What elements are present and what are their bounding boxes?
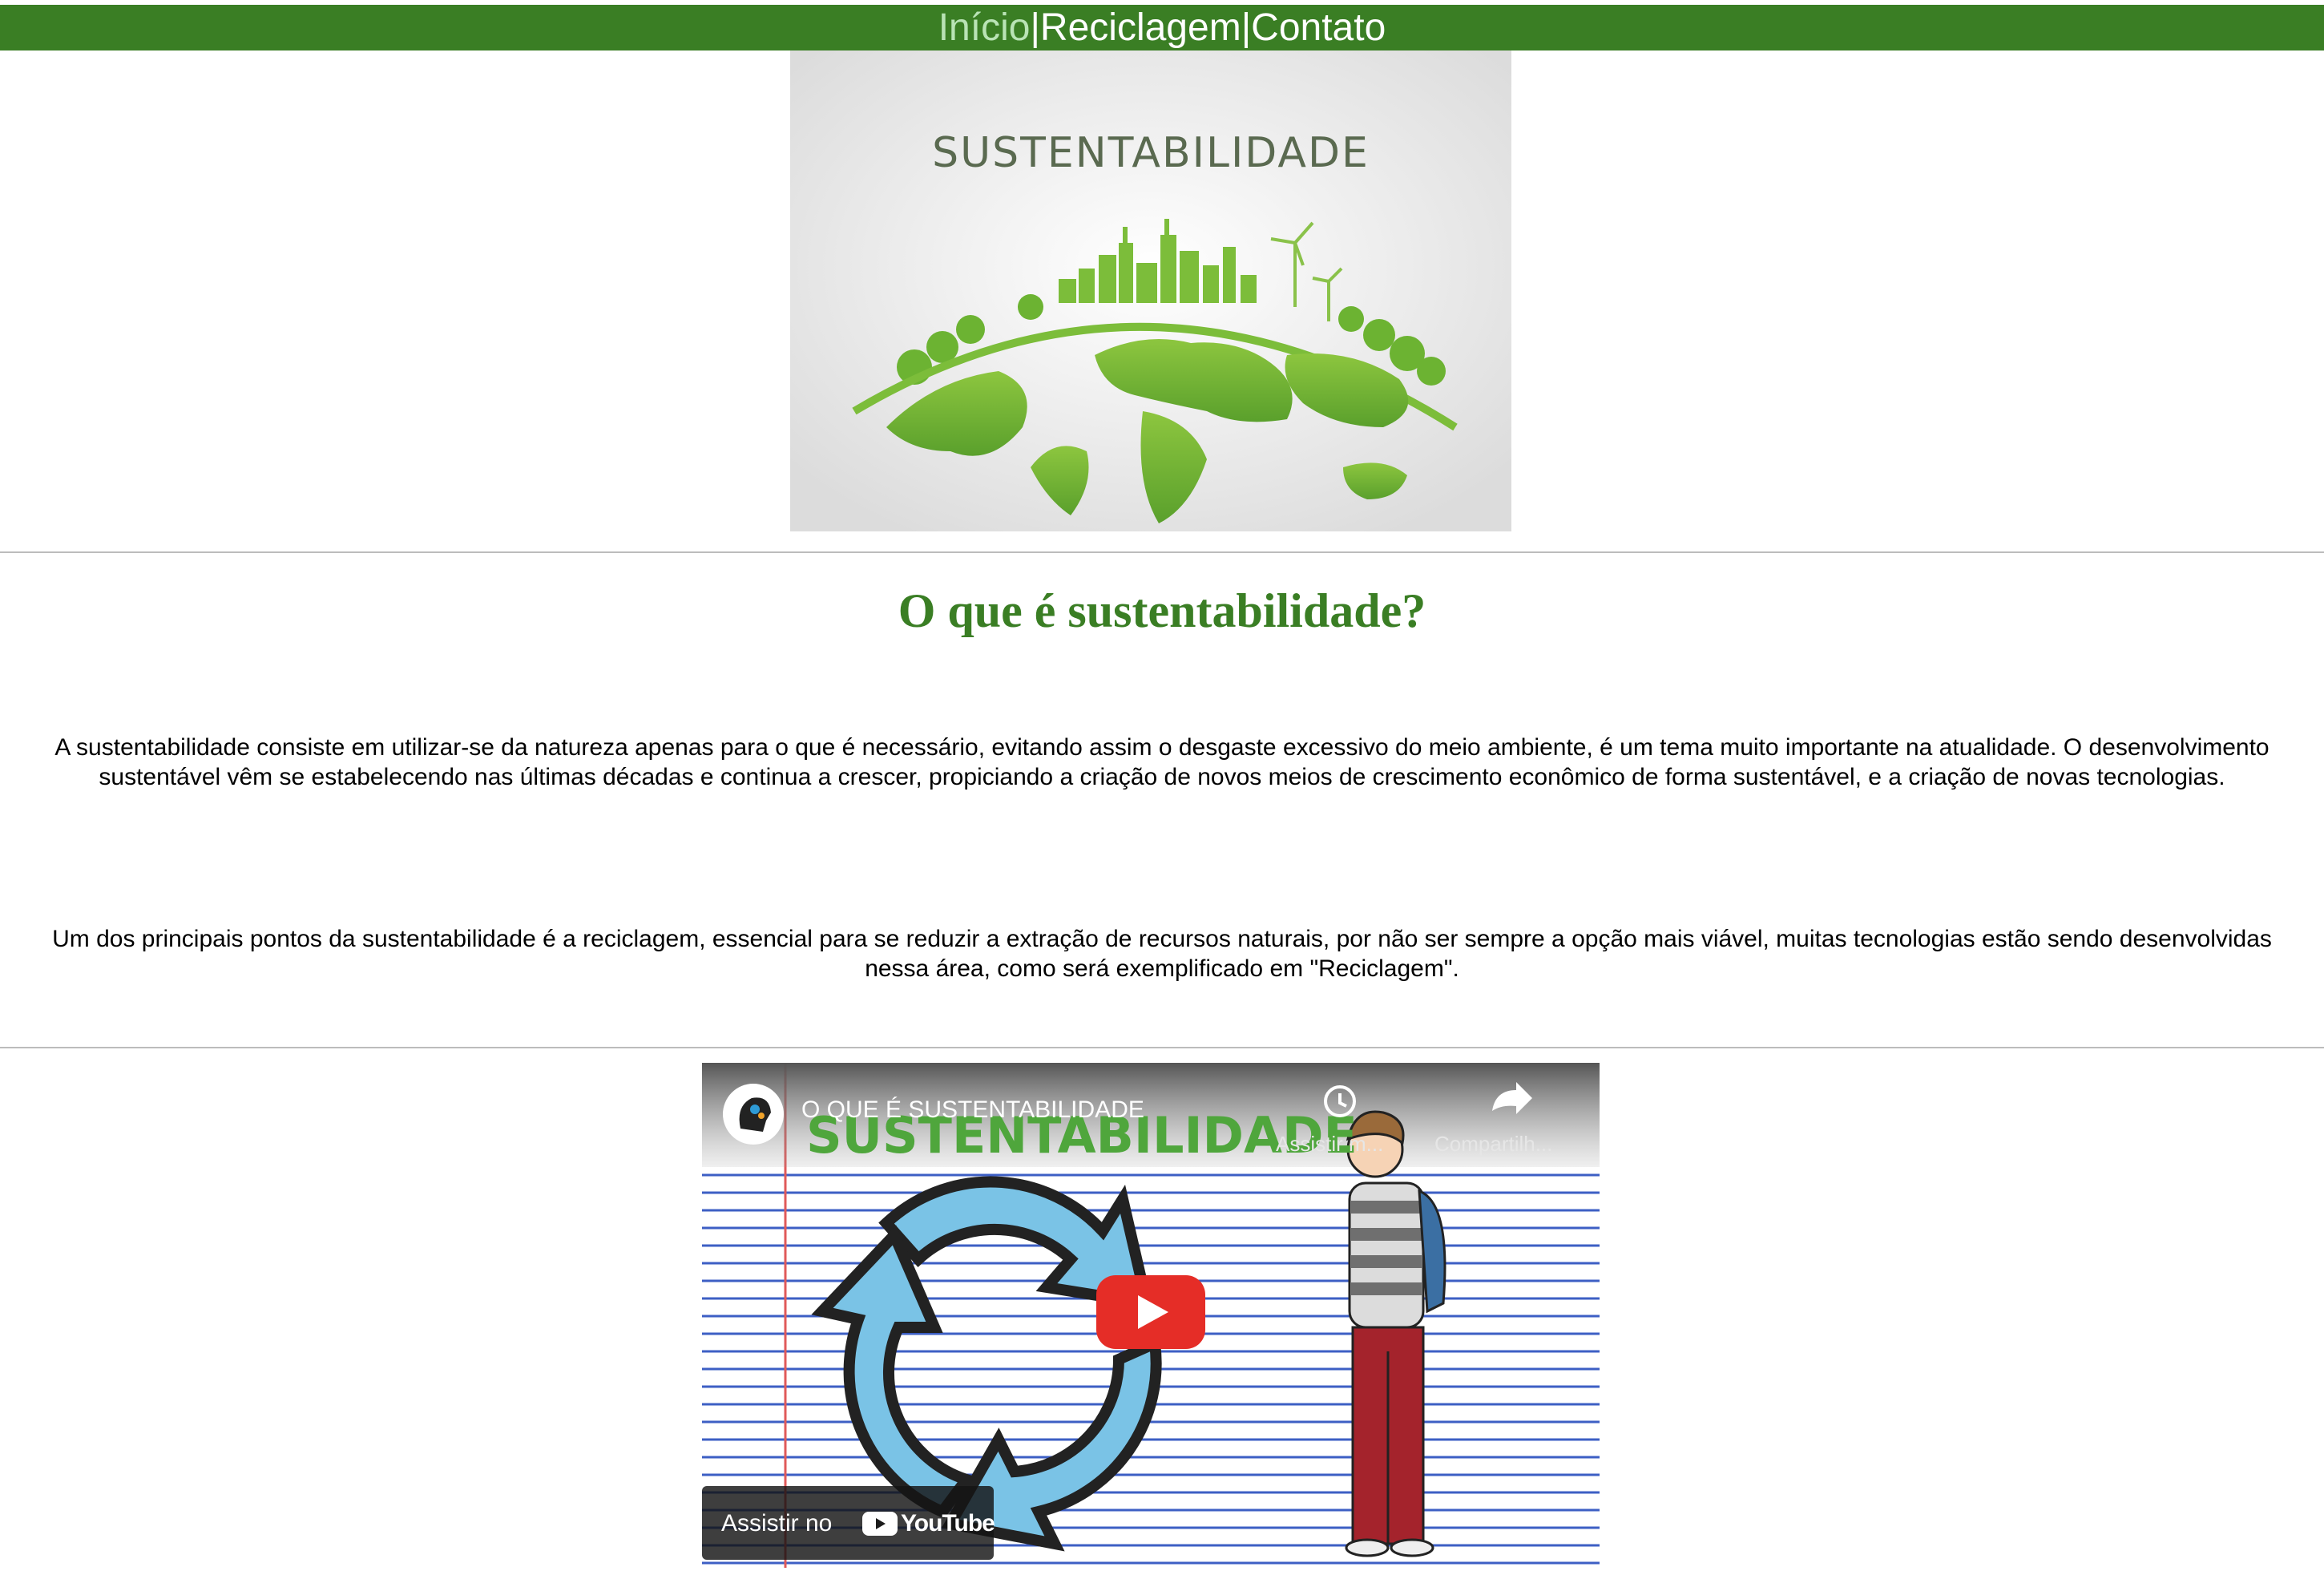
nav-link-inicio[interactable]: Início	[938, 6, 1031, 49]
section-divider	[0, 551, 2324, 553]
hero-headline: SUSTENTABILIDADE	[932, 129, 1370, 177]
intro-paragraph: A sustentabilidade consiste em utilizar-…	[54, 734, 2270, 790]
page-title: O que é sustentabilidade?	[898, 584, 1426, 637]
recycling-paragraph: Um dos principais pontos da sustentabili…	[52, 926, 2272, 982]
video-title[interactable]: O QUE É SUSTENTABILIDADE	[801, 1096, 1144, 1124]
sustainability-globe-illustration: SUSTENTABILIDADE	[790, 50, 1511, 531]
watch-on-label: Assistir no	[721, 1510, 833, 1537]
nav-link-reciclagem[interactable]: Reciclagem	[1040, 6, 1241, 49]
nav-link-contato[interactable]: Contato	[1251, 6, 1386, 49]
watch-on-youtube-button[interactable]: Assistir no YouTube	[702, 1486, 995, 1560]
section-divider	[0, 1047, 2324, 1048]
nav-separator: |	[1030, 6, 1040, 49]
hero-image: SUSTENTABILIDADE	[790, 50, 1511, 531]
youtube-logo-icon	[862, 1512, 898, 1536]
embedded-video[interactable]: SUSTENTABILIDADE O QUE É SUSTENTABILIDAD…	[702, 1063, 1600, 1568]
watch-later-label[interactable]: Assistir m...	[1276, 1132, 1383, 1157]
nav-separator: |	[1241, 6, 1252, 49]
share-label[interactable]: Compartilh...	[1434, 1132, 1552, 1157]
top-navbar: Início|Reciclagem|Contato	[0, 5, 2324, 50]
youtube-wordmark: YouTube	[901, 1510, 995, 1537]
